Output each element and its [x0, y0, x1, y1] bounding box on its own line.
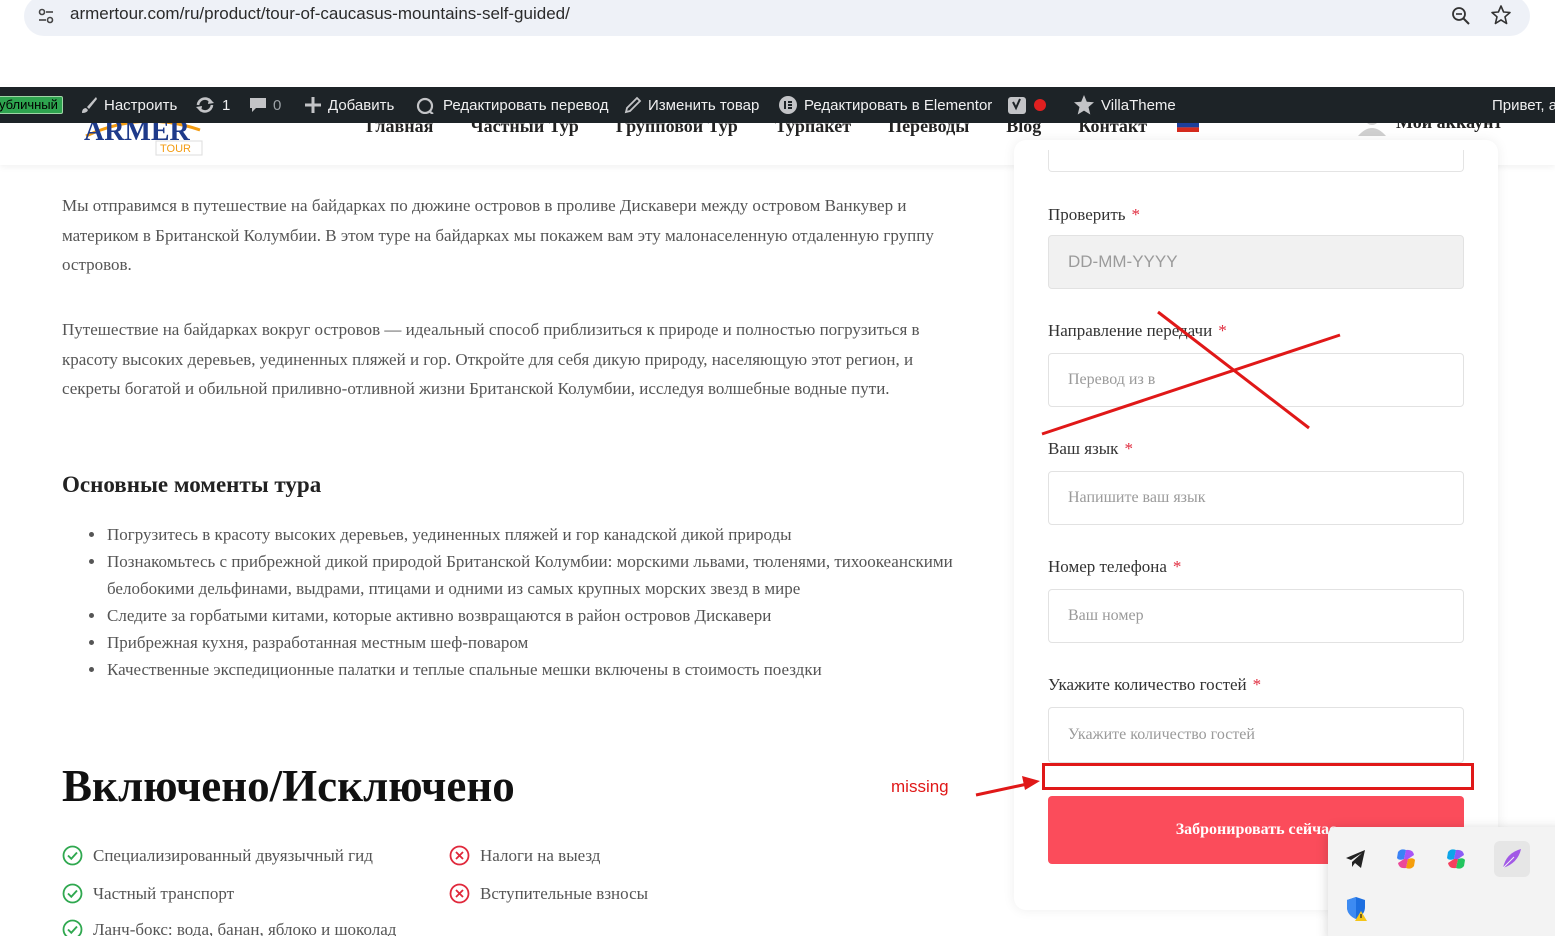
included-item-label: Частный транспорт — [93, 883, 235, 903]
previous-field-bottom[interactable] — [1048, 150, 1464, 172]
svg-text:TOUR: TOUR — [160, 143, 191, 155]
admin-greeting-label: Привет, а — [1492, 96, 1555, 114]
highlights-list: Погрузитесь в красоту высоких деревьев, … — [62, 521, 962, 683]
updates-count: 1 — [222, 96, 231, 114]
check-date-placeholder: DD-MM-YYYY — [1068, 252, 1178, 271]
bookmark-star-icon[interactable] — [1490, 4, 1512, 26]
translate-icon — [416, 97, 434, 114]
guests-placeholder: Укажите количество гостей — [1068, 726, 1255, 743]
site-settings-icon[interactable] — [36, 6, 56, 26]
excluded-item: Налоги на выезд — [449, 845, 600, 866]
zoom-icon[interactable] — [1450, 5, 1472, 27]
included-item-label: Ланч-бокс: вода, банан, яблоко и шоколад — [93, 919, 397, 936]
admin-customize-label: Настроить — [104, 96, 178, 114]
phone-placeholder: Ваш номер — [1068, 607, 1144, 624]
guests-input[interactable]: Укажите количество гостей — [1048, 707, 1464, 763]
wp-admin-bar: убличный Настроить 1 0 Добавить Редактир… — [0, 87, 1555, 123]
missing-annotation-label: missing — [891, 777, 949, 796]
admin-customize[interactable]: Настроить — [80, 87, 177, 123]
admin-add-new-label: Добавить — [328, 96, 395, 114]
description-paragraph-2: Путешествие на байдарках вокруг островов… — [62, 320, 920, 398]
comments-count: 0 — [273, 96, 282, 114]
updates-icon — [196, 97, 214, 113]
admin-edit-elementor[interactable]: Редактировать в Elementor — [778, 87, 992, 123]
phone-label: Номер телефона * — [1048, 557, 1182, 576]
admin-edit-elementor-label: Редактировать в Elementor — [804, 96, 993, 114]
transfer-direction-placeholder: Перевод из в — [1068, 371, 1156, 388]
list-item: Качественные экспедиционные палатки и те… — [62, 656, 962, 683]
plus-icon — [305, 97, 321, 113]
admin-yoast[interactable] — [1006, 87, 1046, 123]
admin-edit-translation-label: Редактировать перевод — [443, 96, 609, 114]
check-circle-icon — [62, 883, 83, 904]
copilot-alt-icon[interactable] — [1443, 846, 1469, 872]
included-item: Специализированный двуязычный гид — [62, 845, 373, 866]
browser-toolbar: armertour.com/ru/product/tour-of-caucasu… — [0, 0, 1555, 55]
description-paragraph-1: Мы отправимся в путешествие на байдарках… — [62, 196, 934, 274]
list-item: Познакомьтесь с прибрежной дикой природо… — [62, 548, 962, 602]
book-now-label: Забронировать сейчас — [1175, 821, 1337, 838]
transfer-direction-input[interactable]: Перевод из в — [1048, 353, 1464, 407]
language-input[interactable]: Напишите ваш язык — [1048, 471, 1464, 525]
list-item: Погрузитесь в красоту высоких деревьев, … — [62, 521, 962, 548]
transfer-direction-label: Направление передачи * — [1048, 321, 1227, 340]
included-item: Частный транспорт — [62, 883, 234, 904]
address-bar[interactable]: armertour.com/ru/product/tour-of-caucasu… — [24, 0, 1530, 36]
check-date-input[interactable]: DD-MM-YYYY — [1048, 235, 1464, 289]
copilot-icon[interactable] — [1393, 846, 1419, 872]
missing-field-highlight — [1042, 763, 1474, 790]
check-circle-icon — [62, 845, 83, 866]
admin-add-new[interactable]: Добавить — [304, 87, 394, 123]
defender-shield-icon[interactable] — [1343, 895, 1369, 921]
elementor-icon — [779, 96, 797, 114]
admin-updates[interactable]: 1 — [194, 87, 230, 123]
check-circle-icon — [62, 919, 83, 936]
list-item: Следите за горбатыми китами, которые акт… — [62, 602, 962, 629]
admin-villatheme-label: VillaTheme — [1101, 96, 1176, 114]
phone-input[interactable]: Ваш номер — [1048, 589, 1464, 643]
feather-icon[interactable] — [1494, 841, 1530, 877]
admin-edit-product[interactable]: Изменить товар — [624, 87, 759, 123]
system-tray-overflow — [1328, 827, 1555, 936]
x-circle-icon — [449, 845, 470, 866]
guests-label: Укажите количество гостей * — [1048, 675, 1262, 694]
yoast-icon — [1008, 97, 1026, 114]
seo-status-dot — [1034, 99, 1046, 111]
admin-greeting[interactable]: Привет, а — [1492, 87, 1555, 123]
language-placeholder: Напишите ваш язык — [1068, 489, 1206, 506]
url-text[interactable]: armertour.com/ru/product/tour-of-caucasu… — [70, 4, 570, 24]
check-date-label: Проверить * — [1048, 205, 1141, 224]
list-item: Прибрежная кухня, разработанная местным … — [62, 629, 962, 656]
admin-edit-product-label: Изменить товар — [648, 96, 760, 114]
excluded-item-label: Вступительные взносы — [480, 883, 649, 903]
brush-icon — [82, 97, 97, 113]
admin-edit-translation[interactable]: Редактировать перевод — [415, 87, 609, 123]
language-label: Ваш язык * — [1048, 439, 1133, 458]
x-circle-icon — [449, 883, 470, 904]
included-item: Ланч-бокс: вода, банан, яблоко и шоколад — [62, 919, 396, 936]
admin-villatheme[interactable]: VillaTheme — [1073, 87, 1176, 123]
excluded-item-label: Налоги на выезд — [480, 845, 601, 865]
pencil-icon — [624, 96, 642, 114]
excluded-item: Вступительные взносы — [449, 883, 648, 904]
comment-icon — [250, 98, 266, 112]
highlights-heading: Основные моменты тура — [62, 472, 322, 497]
admin-comments[interactable]: 0 — [249, 87, 281, 123]
public-status-badge: убличный — [0, 96, 63, 114]
telegram-icon[interactable] — [1343, 846, 1369, 872]
included-excluded-heading: Включено/Исключено — [62, 761, 515, 811]
included-item-label: Специализированный двуязычный гид — [93, 845, 373, 865]
star-icon — [1074, 95, 1094, 115]
